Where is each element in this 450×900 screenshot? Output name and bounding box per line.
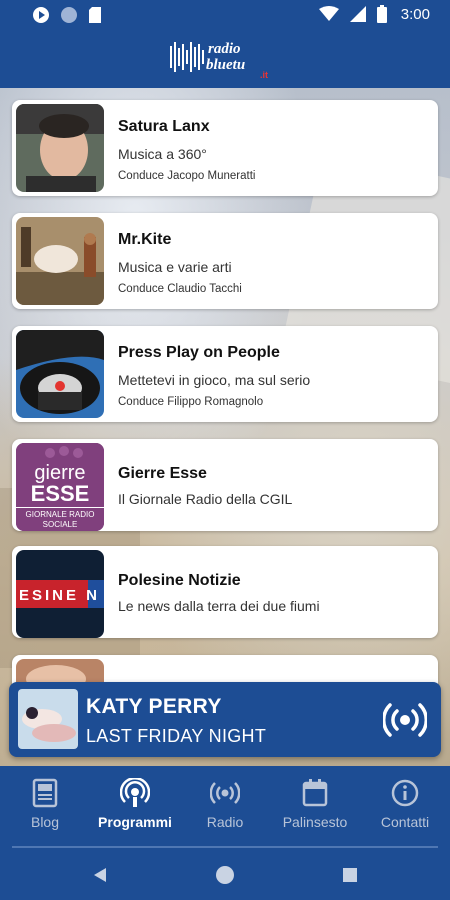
program-thumbnail: ESINE N [16,550,104,638]
circle-icon [61,7,77,23]
program-subtitle: Le news dalla terra dei due fiumi [118,598,320,614]
program-card-polesine-notizie[interactable]: ESINE N Polesine Notizie Le news dalla t… [12,546,438,638]
live-broadcast-icon[interactable] [383,700,427,740]
programs-list[interactable]: Satura Lanx Musica a 360° Conduce Jacopo… [0,88,450,766]
now-playing-track: LAST FRIDAY NIGHT [86,726,267,746]
calendar-icon [302,779,328,807]
status-time: 3:00 [400,5,430,23]
program-thumbnail [16,217,104,305]
back-icon[interactable] [92,866,108,884]
program-thumbnail [16,330,104,418]
program-title: Polesine Notizie [118,572,241,589]
app-header: radio bluetu .it [0,30,450,88]
svg-text:.it: .it [260,70,268,80]
now-playing-bar[interactable]: KATY PERRY LAST FRIDAY NIGHT [9,682,441,757]
program-host: Conduce Claudio Tacchi [118,283,242,295]
play-icon [33,7,49,23]
signal-icon [349,6,366,22]
nav-divider [12,846,438,848]
nav-palinsesto[interactable]: Palinsesto [270,778,360,830]
now-playing-artist: KATY PERRY [86,695,222,718]
program-card-gierre-esse[interactable]: gierre ESSE GIORNALE RADIO SOCIALE Gierr… [12,439,438,531]
album-art [18,689,78,749]
nav-label: Radio [206,814,244,830]
nav-programmi[interactable]: Programmi [90,778,180,830]
nav-label: Palinsesto [282,814,348,830]
bottom-navigation: Blog Programmi Radio Palinsesto Contatti [0,766,450,850]
program-host: Conduce Filippo Romagnolo [118,396,264,408]
program-title: Mr.Kite [118,231,172,248]
program-subtitle: Musica a 360° [118,146,207,162]
program-title: Press Play on People [118,344,280,361]
nav-label: Blog [30,814,60,830]
program-subtitle: Il Giornale Radio della CGIL [118,491,293,507]
recents-icon[interactable] [342,867,358,883]
status-bar: 3:00 [0,0,450,30]
wifi-icon [318,6,339,21]
nav-label: Contatti [380,814,430,830]
program-card-satura-lanx[interactable]: Satura Lanx Musica a 360° Conduce Jacopo… [12,100,438,196]
program-title: Satura Lanx [118,118,210,135]
program-thumbnail: gierre ESSE GIORNALE RADIO SOCIALE [16,443,104,531]
nav-radio[interactable]: Radio [180,778,270,830]
nav-blog[interactable]: Blog [0,778,90,830]
nav-label: Programmi [98,814,172,830]
program-thumbnail [16,104,104,192]
battery-icon [376,5,387,23]
program-host: Conduce Jacopo Muneratti [118,170,256,182]
thumb-text-esse: ESSE [31,481,90,506]
program-card-mr-kite[interactable]: Mr.Kite Musica e varie arti Conduce Clau… [12,213,438,309]
newspaper-icon [32,778,58,808]
program-subtitle: Musica e varie arti [118,259,232,275]
thumb-text-polesine: ESINE N [19,587,100,604]
system-navigation-bar [0,850,450,900]
program-card-press-play-on-people[interactable]: Press Play on People Mettetevi in gioco,… [12,326,438,422]
program-title: Gierre Esse [118,465,207,482]
svg-text:bluetu: bluetu [206,57,245,73]
radio-bluetu-logo: radio bluetu .it [170,41,268,80]
svg-text:radio: radio [208,41,241,57]
home-icon[interactable] [214,864,236,886]
thumb-text-sociale: SOCIALE [43,520,78,529]
broadcast-icon [210,782,240,804]
thumb-text-giornale: GIORNALE RADIO [26,510,95,519]
info-icon [391,779,419,807]
podcast-icon [120,778,150,807]
sd-card-icon [89,7,101,23]
nav-contatti[interactable]: Contatti [360,778,450,830]
program-subtitle: Mettetevi in gioco, ma sul serio [118,372,311,388]
